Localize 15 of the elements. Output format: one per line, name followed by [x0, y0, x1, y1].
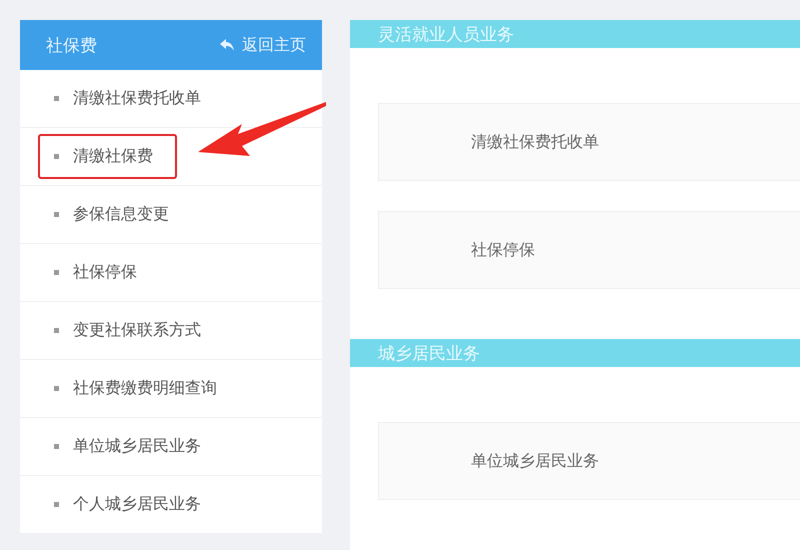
- sidebar-item[interactable]: 参保信息变更: [38, 192, 193, 237]
- sidebar-item[interactable]: 清缴社保费托收单: [38, 76, 225, 121]
- service-card[interactable]: 社保停保: [378, 211, 800, 289]
- back-icon: [220, 39, 234, 51]
- sidebar-item[interactable]: 个人城乡居民业务: [38, 482, 225, 527]
- section-title: 城乡居民业务: [378, 342, 480, 364]
- sidebar-item[interactable]: 社保费缴费明细查询: [38, 366, 241, 411]
- sidebar-item[interactable]: 单位城乡居民业务: [38, 424, 225, 469]
- service-card[interactable]: 单位城乡居民业务: [378, 422, 800, 500]
- sidebar-item[interactable]: 变更社保联系方式: [38, 308, 225, 353]
- service-card[interactable]: 清缴社保费托收单: [378, 103, 800, 181]
- section-title: 灵活就业人员业务: [378, 24, 514, 46]
- sidebar-title: 社保费: [46, 34, 97, 56]
- sidebar-item[interactable]: 清缴社保费: [38, 134, 177, 179]
- sidebar-item[interactable]: 社保停保: [38, 250, 161, 295]
